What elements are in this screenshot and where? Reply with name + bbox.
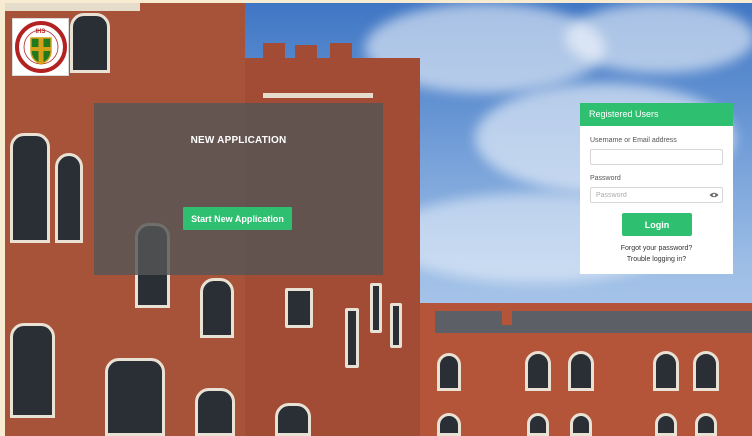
building-window [437,353,461,391]
tower-window [285,288,313,328]
password-label: Password [590,175,621,182]
start-new-application-button[interactable]: Start New Application [183,207,292,230]
password-input[interactable] [590,187,723,203]
tower-window [390,303,402,348]
cloud [565,3,752,73]
new-application-panel: NEW APPLICATION Start New Application [94,103,383,275]
building-window [653,351,679,391]
building-window [527,413,549,436]
building-window [105,358,165,436]
building-window [655,413,677,436]
tower-window [345,308,359,368]
building-window [10,323,55,418]
logo-text: IHS [35,29,46,35]
tower-window [370,283,382,333]
tower-battlement [330,43,352,63]
building-window [70,13,110,73]
building-window [568,351,594,391]
tower-trim [263,93,373,98]
username-input[interactable] [590,149,723,165]
login-header: Registered Users [580,103,733,126]
forgot-password-link[interactable]: Forgot your password? [580,245,733,252]
building-window [570,413,592,436]
tower-window [275,403,311,436]
building-trim [5,3,140,11]
building-window [195,388,235,436]
eye-icon[interactable] [709,192,719,198]
building-window [55,153,83,243]
chimney [502,303,512,325]
school-logo[interactable]: IHS [12,18,69,76]
tower-battlement [295,45,317,65]
building-window [695,413,717,436]
building-window [200,278,234,338]
panel-title: NEW APPLICATION [190,135,287,146]
tower-battlement [263,43,285,63]
building-window [10,133,50,243]
building-roof [435,311,752,333]
building-window [437,413,461,436]
login-card: Registered Users Username or Email addre… [580,103,733,274]
trouble-logging-in-link[interactable]: Trouble logging in? [580,256,733,263]
login-button[interactable]: Login [622,213,692,236]
building-window [693,351,719,391]
username-label: Username or Email address [590,137,677,144]
building-window [525,351,551,391]
